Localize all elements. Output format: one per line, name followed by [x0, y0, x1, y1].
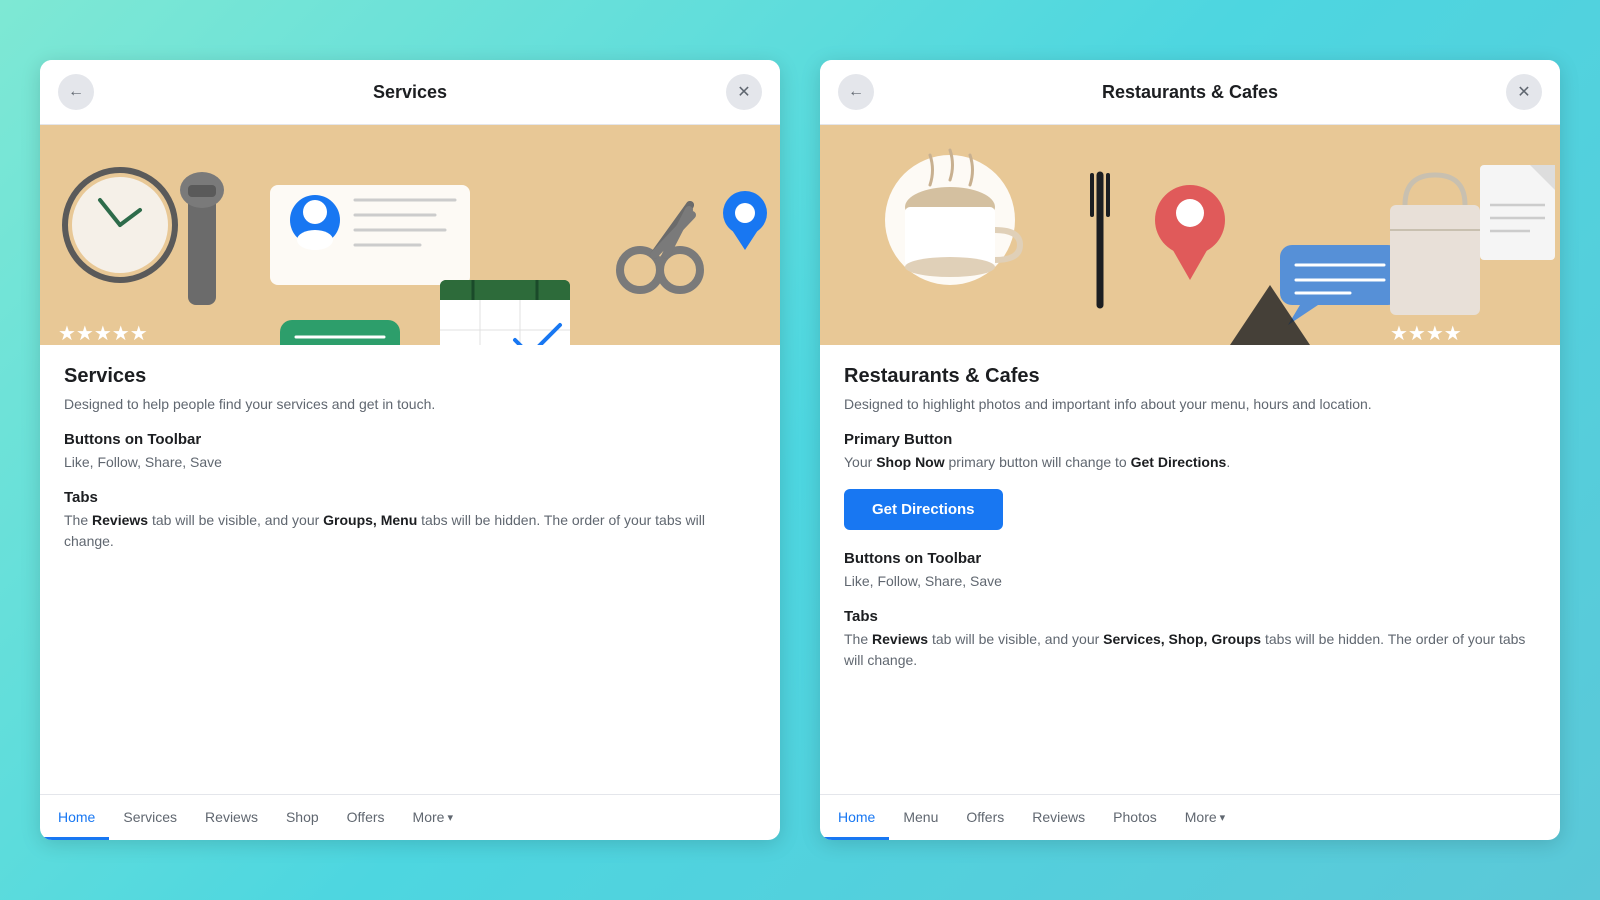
restaurants-tab-home[interactable]: Home	[824, 795, 889, 840]
tab-services[interactable]: Services	[109, 795, 191, 840]
restaurants-description: Designed to highlight photos and importa…	[844, 394, 1536, 415]
restaurants-card-title: Restaurants & Cafes	[1102, 82, 1278, 103]
services-title: Services	[64, 365, 756, 388]
tab-shop[interactable]: Shop	[272, 795, 333, 840]
primary-button-desc: Your Shop Now primary button will change…	[844, 452, 1536, 473]
services-card-title: Services	[373, 82, 447, 103]
restaurants-tab-photos[interactable]: Photos	[1099, 795, 1171, 840]
back-button[interactable]: ←	[58, 74, 94, 110]
restaurants-hero-image: ★★★★	[820, 125, 1560, 345]
restaurants-toolbar-desc: Like, Follow, Share, Save	[844, 571, 1536, 592]
restaurants-tab-reviews[interactable]: Reviews	[1018, 795, 1099, 840]
svg-text:★★★★★: ★★★★★	[58, 323, 148, 345]
restaurants-back-button[interactable]: ←	[838, 74, 874, 110]
restaurants-title: Restaurants & Cafes	[844, 365, 1536, 388]
restaurants-tab-more[interactable]: More	[1171, 795, 1239, 840]
restaurants-card-header: ← Restaurants & Cafes ✕	[820, 60, 1560, 125]
tabs-desc: The Reviews tab will be visible, and you…	[64, 510, 756, 552]
tabs-title: Tabs	[64, 489, 756, 506]
primary-button-title: Primary Button	[844, 431, 1536, 448]
restaurants-tab-menu[interactable]: Menu	[889, 795, 952, 840]
toolbar-desc: Like, Follow, Share, Save	[64, 452, 756, 473]
services-description: Designed to help people find your servic…	[64, 394, 756, 415]
restaurants-tabs-title: Tabs	[844, 608, 1536, 625]
restaurants-card-content: Restaurants & Cafes Designed to highligh…	[820, 345, 1560, 794]
restaurants-tab-offers[interactable]: Offers	[952, 795, 1018, 840]
services-card: ← Services ✕	[40, 60, 780, 840]
restaurants-card: ← Restaurants & Cafes ✕	[820, 60, 1560, 840]
services-tabs-row: Home Services Reviews Shop Offers More	[40, 794, 780, 840]
tab-reviews[interactable]: Reviews	[191, 795, 272, 840]
restaurants-close-button[interactable]: ✕	[1506, 74, 1542, 110]
tab-more[interactable]: More	[399, 795, 467, 840]
restaurants-toolbar-title: Buttons on Toolbar	[844, 550, 1536, 567]
restaurants-tabs-row: Home Menu Offers Reviews Photos More	[820, 794, 1560, 840]
services-hero-image: ★★★★★	[40, 125, 780, 345]
services-card-content: Services Designed to help people find yo…	[40, 345, 780, 794]
tab-home[interactable]: Home	[44, 795, 109, 840]
get-directions-button[interactable]: Get Directions	[844, 489, 1003, 530]
restaurants-tabs-desc: The Reviews tab will be visible, and you…	[844, 629, 1536, 671]
svg-text:★★★★: ★★★★	[1390, 323, 1462, 345]
tab-offers[interactable]: Offers	[333, 795, 399, 840]
toolbar-title: Buttons on Toolbar	[64, 431, 756, 448]
close-button[interactable]: ✕	[726, 74, 762, 110]
services-card-header: ← Services ✕	[40, 60, 780, 125]
